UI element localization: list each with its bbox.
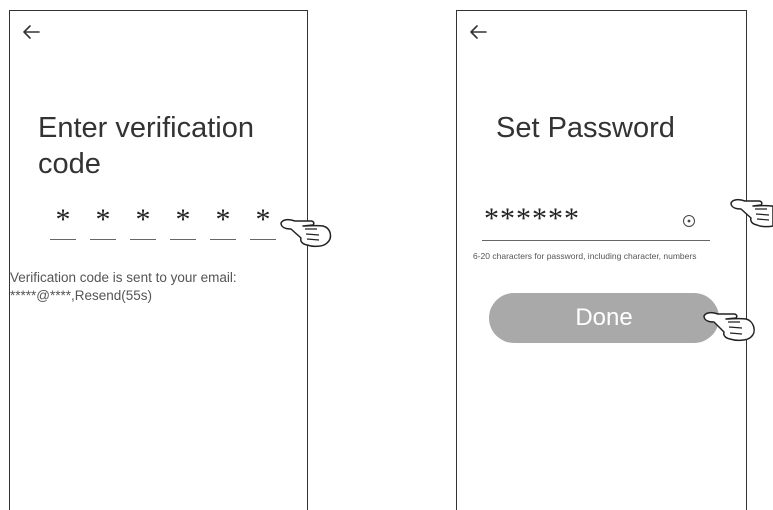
code-digit-box[interactable]: * xyxy=(130,201,156,240)
back-arrow-icon[interactable] xyxy=(467,21,489,43)
code-digit-box[interactable]: * xyxy=(250,201,276,240)
pointing-hand-icon xyxy=(280,218,332,248)
page-title: Set Password xyxy=(496,112,675,144)
password-input[interactable]: ****** xyxy=(482,200,710,241)
code-digit: * xyxy=(55,203,71,236)
verification-info: Verification code is sent to your email:… xyxy=(10,269,300,305)
stage: Enter verification code * * * * * * Veri… xyxy=(0,0,773,510)
code-digit: * xyxy=(95,203,111,236)
pointing-hand-icon xyxy=(703,311,755,342)
pointing-hand-icon xyxy=(730,198,773,228)
done-button[interactable]: Done xyxy=(489,293,719,343)
back-arrow-icon[interactable] xyxy=(20,21,42,43)
code-digit: * xyxy=(135,203,151,236)
verification-screen: Enter verification code * * * * * * Veri… xyxy=(9,10,308,510)
code-digit: * xyxy=(215,203,231,236)
code-digit: * xyxy=(175,203,191,236)
code-digit-box[interactable]: * xyxy=(50,201,76,240)
password-hint: 6-20 characters for password, including … xyxy=(473,251,697,261)
code-digit: * xyxy=(255,203,271,236)
page-title: Enter verification code xyxy=(38,112,254,180)
resend-link[interactable]: *****@****,Resend(55s) xyxy=(10,287,300,305)
code-digit-box[interactable]: * xyxy=(90,201,116,240)
code-digit-box[interactable]: * xyxy=(210,201,236,240)
set-password-screen: Set Password ****** 6-20 characters for … xyxy=(456,10,747,510)
eye-icon[interactable] xyxy=(682,214,696,228)
password-value: ****** xyxy=(484,202,580,235)
code-digit-box[interactable]: * xyxy=(170,201,196,240)
info-line: Verification code is sent to your email: xyxy=(10,270,237,285)
